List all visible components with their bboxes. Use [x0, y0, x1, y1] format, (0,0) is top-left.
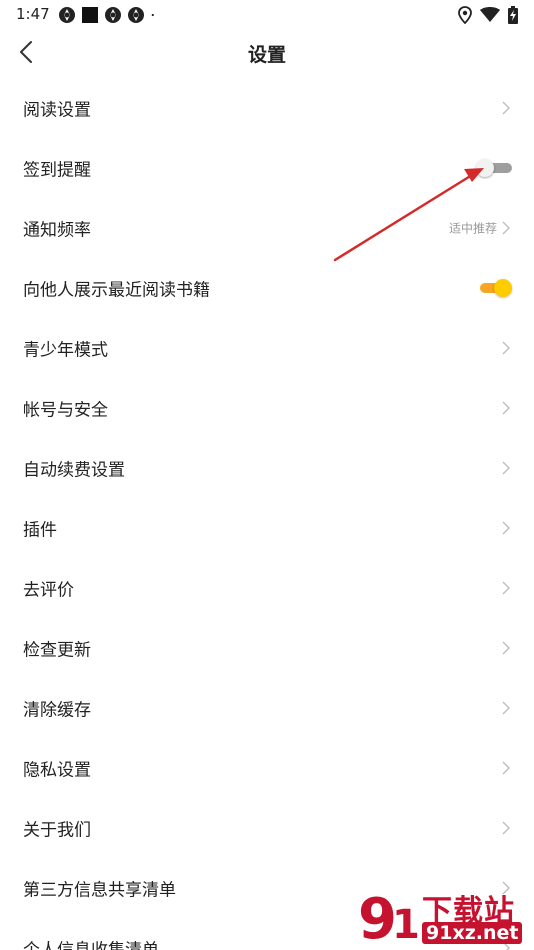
settings-item-label: 检查更新 — [23, 640, 91, 661]
checkin-reminder-toggle[interactable] — [476, 158, 514, 178]
status-bar: 1:47 — [0, 0, 534, 30]
toggle-knob — [494, 279, 512, 297]
notification-frequency-value: 适中推荐 — [448, 221, 497, 236]
settings-item-about-us[interactable]: 关于我们 — [0, 798, 534, 858]
aperture-icon — [128, 7, 144, 23]
settings-item-label: 隐私设置 — [23, 760, 91, 781]
watermark-url: 91xz.net — [422, 922, 523, 944]
settings-item-label: 第三方信息共享清单 — [23, 880, 176, 901]
settings-item-label: 自动续费设置 — [23, 460, 125, 481]
status-notification-icons — [58, 6, 160, 24]
settings-item-notification-frequency[interactable]: 通知频率 适中推荐 — [0, 198, 534, 258]
toggle-knob — [476, 159, 494, 177]
wifi-icon — [480, 7, 500, 22]
settings-item-label: 清除缓存 — [23, 700, 91, 721]
settings-item-rate-app[interactable]: 去评价 — [0, 558, 534, 618]
chevron-right-icon — [502, 581, 510, 595]
aperture-icon — [59, 7, 75, 23]
settings-item-label: 关于我们 — [23, 820, 91, 841]
settings-item-label: 通知频率 — [23, 220, 91, 241]
watermark-logo-icon: 9 1 — [358, 887, 420, 950]
settings-item-label: 去评价 — [23, 580, 74, 601]
settings-item-show-recent-books: 向他人展示最近阅读书籍 — [0, 258, 534, 318]
chevron-right-icon — [502, 701, 510, 715]
settings-item-label: 个人信息收集清单 — [23, 936, 159, 950]
status-time: 1:47 — [16, 5, 50, 23]
page-title: 设置 — [247, 44, 286, 66]
chevron-right-icon — [502, 761, 510, 775]
chevron-right-icon — [502, 401, 510, 415]
settings-item-account-security[interactable]: 帐号与安全 — [0, 378, 534, 438]
settings-item-label: 阅读设置 — [23, 100, 91, 121]
status-system-icons — [458, 6, 518, 24]
nav-bar: 设置 — [0, 30, 534, 76]
settings-item-check-update[interactable]: 检查更新 — [0, 618, 534, 678]
aperture-icon — [105, 7, 121, 23]
chevron-right-icon — [502, 461, 510, 475]
settings-item-auto-renewal[interactable]: 自动续费设置 — [0, 438, 534, 498]
chevron-right-icon — [502, 641, 510, 655]
chevron-right-icon — [502, 341, 510, 355]
chevron-right-icon — [502, 821, 510, 835]
settings-item-label: 青少年模式 — [23, 340, 108, 361]
settings-item-clear-cache[interactable]: 清除缓存 — [0, 678, 534, 738]
chevron-right-icon — [502, 221, 510, 235]
settings-item-reading-settings[interactable]: 阅读设置 — [0, 78, 534, 138]
settings-item-label: 插件 — [23, 520, 57, 541]
settings-item-checkin-reminder: 签到提醒 — [0, 138, 534, 198]
location-icon — [458, 6, 472, 24]
site-watermark: 9 1 下载站 91xz.net — [354, 884, 534, 950]
settings-item-label: 向他人展示最近阅读书籍 — [23, 280, 210, 301]
settings-list: 阅读设置 签到提醒 通知频率 适中推荐 向他人展示最近阅读书籍 青少年模式 帐号… — [0, 78, 534, 950]
show-recent-books-toggle[interactable] — [476, 278, 514, 298]
settings-item-label: 签到提醒 — [23, 160, 91, 181]
battery-charging-icon — [508, 6, 518, 24]
settings-item-privacy-settings[interactable]: 隐私设置 — [0, 738, 534, 798]
settings-item-plugins[interactable]: 插件 — [0, 498, 534, 558]
chevron-right-icon — [502, 521, 510, 535]
svg-text:1: 1 — [392, 902, 420, 948]
dot-icon — [151, 13, 154, 17]
settings-item-teen-mode[interactable]: 青少年模式 — [0, 318, 534, 378]
square-icon — [82, 7, 98, 23]
settings-item-label: 帐号与安全 — [23, 400, 108, 421]
chevron-right-icon — [502, 101, 510, 115]
